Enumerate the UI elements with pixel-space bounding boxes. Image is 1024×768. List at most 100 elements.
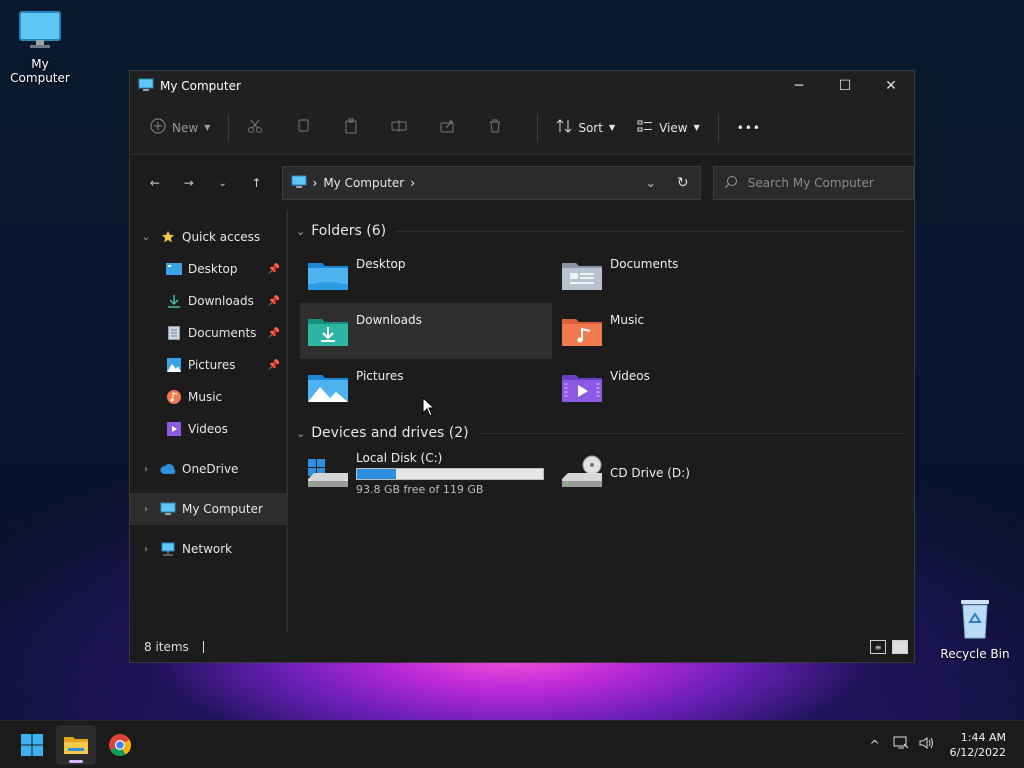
clock-time: 1:44 AM [960, 730, 1006, 744]
network-icon [160, 541, 176, 557]
drive-name: Local Disk (C:) [356, 450, 443, 465]
taskbar-file-explorer[interactable] [56, 724, 96, 765]
picture-icon [166, 357, 182, 373]
music-folder-icon [562, 319, 602, 346]
drive-free-space: 93.8 GB free of 119 GB [356, 482, 484, 496]
toolbar-separator [537, 113, 539, 142]
recent-locations-button[interactable]: ⌄ [208, 168, 238, 198]
network-status-button[interactable] [888, 736, 914, 753]
sidebar-item-documents[interactable]: Documents 📌 [130, 317, 286, 349]
drive-usage-fill [357, 468, 397, 479]
folder-label: Videos [610, 369, 650, 383]
ellipsis-icon: ••• [736, 120, 761, 135]
close-button[interactable]: ✕ [868, 71, 914, 101]
item-count: 8 items [144, 640, 189, 654]
folder-tile-documents[interactable]: Documents [554, 247, 806, 303]
search-box[interactable] [712, 166, 914, 200]
star-icon [160, 229, 176, 245]
toolbar-separator [228, 113, 230, 142]
up-button[interactable]: ↑ [242, 168, 272, 198]
minimize-button[interactable]: ─ [776, 71, 822, 101]
windows-logo-icon [21, 733, 43, 756]
pictures-folder-icon [308, 375, 348, 402]
view-button[interactable]: View ▼ [629, 112, 708, 144]
desktop-folder-icon [308, 263, 348, 290]
sidebar-item-label: Network [182, 542, 233, 556]
address-bar[interactable]: › My Computer › ⌄ ↻ [281, 166, 701, 200]
folder-tile-music[interactable]: Music [554, 303, 806, 359]
video-icon [166, 421, 182, 437]
drives-group-header[interactable]: ⌄ Devices and drives (2) [296, 421, 914, 445]
pin-icon: 📌 [267, 263, 280, 275]
delete-button[interactable] [479, 112, 511, 144]
back-button[interactable]: ← [140, 168, 170, 198]
folder-tile-desktop[interactable]: Desktop [300, 247, 552, 303]
folder-label: Documents [610, 257, 679, 271]
sidebar-item-onedrive[interactable]: › OneDrive [130, 453, 286, 485]
address-dropdown-button[interactable]: ⌄ [636, 176, 666, 190]
breadcrumb-my-computer[interactable]: My Computer [323, 176, 404, 190]
sidebar-item-quick-access[interactable]: ⌄ Quick access [130, 221, 286, 253]
cut-button[interactable] [239, 112, 271, 144]
sidebar-item-videos[interactable]: Videos [130, 413, 286, 445]
more-options-button[interactable]: ••• [729, 112, 769, 144]
refresh-button[interactable]: ↻ [666, 175, 700, 191]
chevron-down-icon: ⌄ [296, 224, 306, 238]
chevron-right-icon[interactable]: › [410, 176, 415, 190]
show-hidden-icons-button[interactable]: ^ [862, 738, 888, 752]
videos-folder-icon [562, 375, 602, 402]
sidebar-item-desktop[interactable]: Desktop 📌 [130, 253, 286, 285]
clock[interactable]: 1:44 AM 6/12/2022 [940, 730, 1024, 760]
folder-tile-videos[interactable]: Videos [554, 359, 806, 415]
new-label: New [172, 120, 199, 135]
sidebar-item-label: OneDrive [182, 462, 239, 476]
folder-tile-downloads[interactable]: Downloads [300, 303, 552, 359]
desktop-icon-my-computer[interactable]: My Computer [0, 10, 80, 85]
start-button[interactable] [12, 725, 52, 765]
copy-icon [295, 118, 311, 137]
taskbar-chrome[interactable] [100, 725, 140, 765]
drive-tile-cd-drive[interactable]: CD Drive (D:) [554, 447, 806, 499]
maximize-button[interactable]: ☐ [822, 71, 868, 101]
title-bar[interactable]: My Computer ─ ☐ ✕ [130, 71, 914, 101]
sidebar-item-label: My Computer [182, 502, 263, 516]
sidebar-item-downloads[interactable]: Downloads 📌 [130, 285, 286, 317]
folder-label: Pictures [356, 369, 404, 383]
monitor-icon [138, 78, 154, 95]
share-button[interactable] [431, 112, 463, 144]
sidebar-item-label: Quick access [182, 230, 261, 244]
speaker-icon [919, 736, 935, 753]
sidebar-item-music[interactable]: Music [130, 381, 286, 413]
copy-button[interactable] [287, 112, 319, 144]
new-button[interactable]: New ▼ [142, 112, 218, 144]
download-arrow-icon [166, 293, 182, 309]
desktop-icon-recycle-bin[interactable]: Recycle Bin [935, 596, 1015, 661]
document-icon [166, 325, 182, 341]
rename-button[interactable] [383, 112, 415, 144]
chevron-right-icon[interactable]: › [140, 464, 152, 475]
chevron-down-icon[interactable]: ⌄ [140, 232, 152, 243]
monitor-icon [0, 10, 80, 53]
forward-button[interactable]: → [174, 168, 204, 198]
sidebar-item-network[interactable]: › Network [130, 533, 286, 565]
drive-tile-local-disk[interactable]: Local Disk (C:) 93.8 GB free of 119 GB [300, 447, 552, 499]
chevron-right-icon[interactable]: › [140, 504, 152, 515]
paste-button[interactable] [335, 112, 367, 144]
sidebar-item-pictures[interactable]: Pictures 📌 [130, 349, 286, 381]
drive-name: CD Drive (D:) [610, 466, 690, 480]
chevron-down-icon: ▼ [608, 123, 616, 132]
tiles-view-button[interactable] [892, 640, 908, 654]
sidebar-item-label: Documents [188, 326, 257, 340]
folders-group-header[interactable]: ⌄ Folders (6) [296, 219, 914, 243]
downloads-folder-icon [308, 319, 348, 346]
sort-label: Sort [578, 120, 603, 135]
trash-icon [487, 118, 503, 137]
search-input[interactable] [747, 176, 908, 190]
file-explorer-icon [64, 736, 88, 754]
details-view-button[interactable]: ≡ [870, 640, 886, 654]
group-title: Folders (6) [311, 223, 387, 239]
chevron-right-icon[interactable]: › [140, 544, 152, 555]
sort-button[interactable]: Sort ▼ [548, 112, 623, 144]
volume-button[interactable] [914, 736, 940, 753]
sidebar-item-my-computer[interactable]: › My Computer [130, 493, 286, 525]
